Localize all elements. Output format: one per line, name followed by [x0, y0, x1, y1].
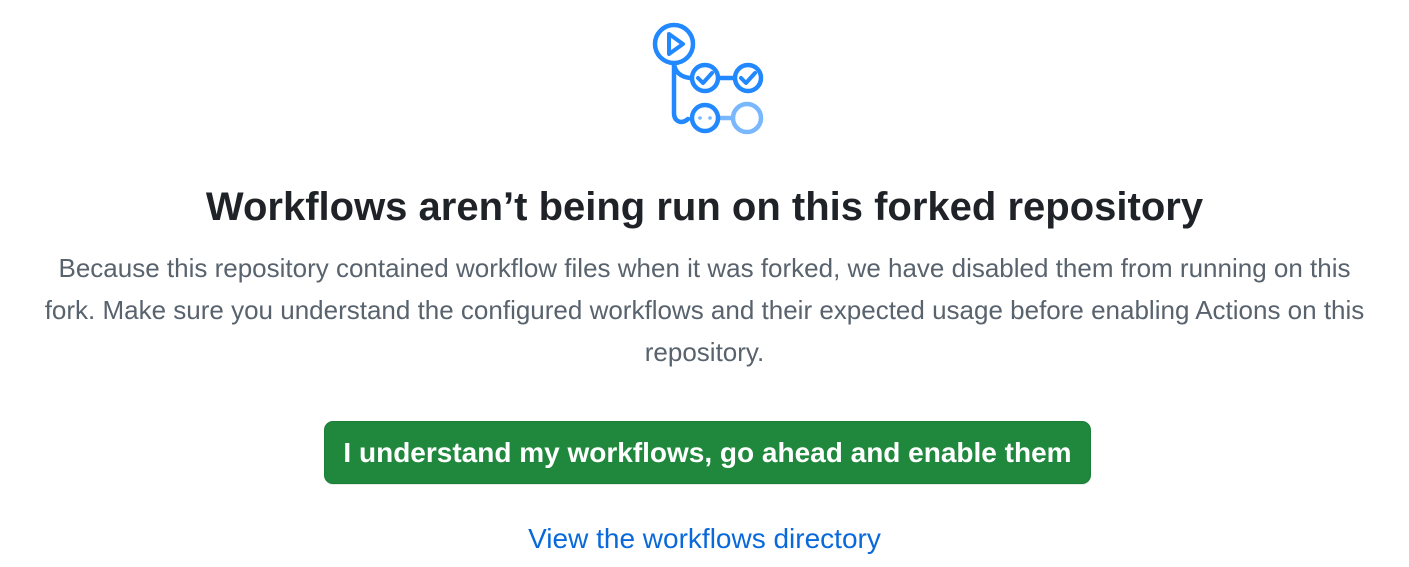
page-title: Workflows aren’t being run on this forke…: [205, 185, 1204, 229]
actions-workflow-graphic: [652, 22, 764, 135]
page-description: Because this repository contained workfl…: [44, 253, 1365, 367]
actions-disabled-fork-page: Workflows aren’t being run on this forke…: [0, 0, 1409, 567]
workflows-link-container: View the workflows directory: [0, 518, 1409, 560]
in-progress-icon: [689, 102, 721, 134]
view-workflows-directory-link[interactable]: View the workflows directory: [528, 523, 881, 554]
pending-icon: [730, 101, 764, 135]
actions-workflow-icon: [650, 20, 768, 136]
enable-workflows-button[interactable]: I understand my workflows, go ahead and …: [324, 421, 1091, 484]
play-icon: [652, 22, 696, 66]
